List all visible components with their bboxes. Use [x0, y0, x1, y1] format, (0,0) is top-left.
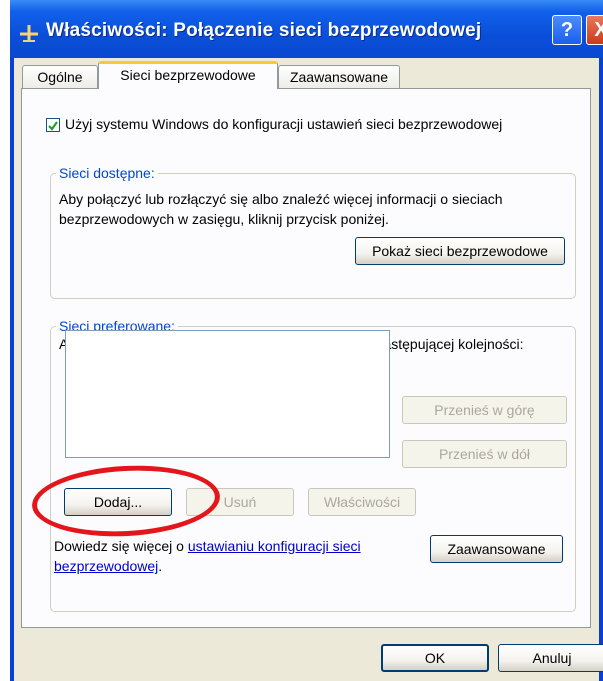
- tab-general[interactable]: Ogólne: [22, 65, 98, 89]
- move-up-button[interactable]: Przenieś w górę: [402, 396, 567, 424]
- learn-more-text: Dowiedz się więcej o ustawianiu konfigur…: [54, 536, 394, 576]
- available-networks-description: Aby połączyć lub rozłączyć się albo znal…: [59, 191, 503, 227]
- ok-button[interactable]: OK: [381, 644, 489, 672]
- advanced-button[interactable]: Zaawansowane: [430, 535, 563, 563]
- move-down-button[interactable]: Przenieś w dół: [402, 440, 567, 468]
- add-button[interactable]: Dodaj...: [64, 488, 172, 516]
- tab-advanced[interactable]: Zaawansowane: [278, 65, 400, 89]
- use-windows-checkbox[interactable]: [46, 118, 60, 132]
- title-bar[interactable]: Właściwości: Połączenie sieci bezprzewod…: [10, 0, 603, 58]
- checkmark-icon: [48, 121, 58, 131]
- properties-button[interactable]: Właściwości: [308, 488, 416, 516]
- use-windows-label: Użyj systemu Windows do konfiguracji ust…: [65, 116, 503, 132]
- learn-more-prefix: Dowiedz się więcej o: [54, 538, 188, 554]
- available-networks-title: Sieci dostępne:: [56, 165, 158, 181]
- cancel-button[interactable]: Anuluj: [498, 644, 603, 672]
- learn-more-suffix: .: [158, 558, 163, 574]
- remove-button[interactable]: Usuń: [186, 488, 294, 516]
- network-connection-icon: [20, 25, 38, 42]
- show-wireless-networks-button[interactable]: Pokaż sieci bezprzewodowe: [355, 237, 565, 265]
- tab-wireless-networks[interactable]: Sieci bezprzewodowe: [98, 61, 278, 89]
- window-title: Właściwości: Połączenie sieci bezprzewod…: [46, 20, 482, 41]
- preferred-networks-list[interactable]: [65, 330, 390, 458]
- help-button[interactable]: ?: [552, 15, 582, 45]
- properties-dialog: Właściwości: Połączenie sieci bezprzewod…: [10, 0, 603, 681]
- close-button[interactable]: X: [586, 15, 603, 45]
